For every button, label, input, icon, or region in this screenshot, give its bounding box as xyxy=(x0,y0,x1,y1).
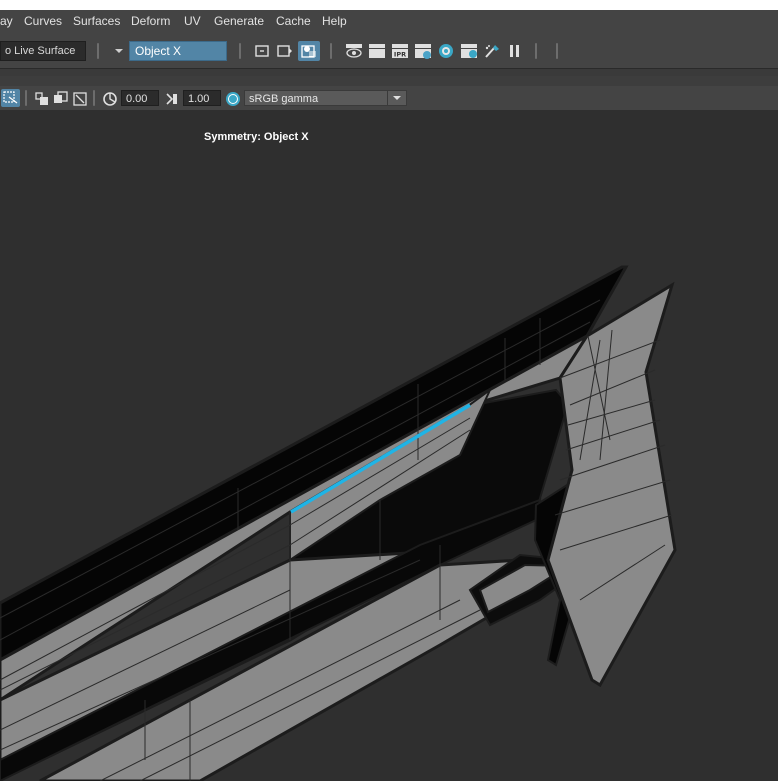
clapper-icon[interactable] xyxy=(368,42,386,60)
render-region-icon[interactable] xyxy=(253,42,271,60)
menu-item-display[interactable]: ay xyxy=(0,13,13,29)
live-surface-field[interactable]: o Live Surface xyxy=(0,41,86,61)
paint-brush-icon[interactable] xyxy=(483,42,501,60)
grid-icon[interactable] xyxy=(33,90,51,108)
chevron-down-icon[interactable] xyxy=(387,90,407,106)
separator xyxy=(330,43,332,59)
camera-attributes-icon[interactable] xyxy=(1,89,20,107)
separator xyxy=(25,90,27,106)
render-settings-icon[interactable] xyxy=(298,41,320,61)
svg-text:IPR: IPR xyxy=(394,51,406,59)
color-space-select[interactable]: sRGB gamma xyxy=(244,90,388,106)
menu-item-uv[interactable]: UV xyxy=(184,13,201,29)
menu-item-surfaces[interactable]: Surfaces xyxy=(73,13,120,29)
separator xyxy=(556,43,558,59)
camera-gate-icon[interactable] xyxy=(52,90,70,108)
gamma-field[interactable]: 1.00 xyxy=(183,90,221,106)
viewport[interactable] xyxy=(0,110,778,781)
menu-item-curves[interactable]: Curves xyxy=(24,13,62,29)
menu-item-help[interactable]: Help xyxy=(322,13,347,29)
symmetry-label: Symmetry: Object X xyxy=(204,131,309,143)
separator xyxy=(93,90,95,106)
menu-item-cache[interactable]: Cache xyxy=(276,13,311,29)
gamma-icon[interactable] xyxy=(163,90,181,108)
separator xyxy=(97,43,99,59)
eye-render-icon[interactable] xyxy=(345,42,363,60)
hypershade-icon[interactable] xyxy=(437,42,455,60)
exposure-field[interactable]: 0.00 xyxy=(121,90,159,106)
view-transform-icon[interactable] xyxy=(224,90,242,108)
menu-item-deform[interactable]: Deform xyxy=(131,13,170,29)
panel-divider xyxy=(0,76,778,86)
symmetry-field[interactable]: Object X xyxy=(129,41,227,61)
gun-mesh xyxy=(0,265,677,781)
render-frame-icon[interactable] xyxy=(276,42,294,60)
chevron-down-icon[interactable] xyxy=(110,42,128,60)
separator xyxy=(239,43,241,59)
pause-icon[interactable] xyxy=(506,42,524,60)
resolution-gate-icon[interactable] xyxy=(71,90,89,108)
ipr-render-icon[interactable]: IPR xyxy=(391,42,409,60)
panel-toolbar: 0.00 1.00 sRGB gamma xyxy=(0,86,778,110)
render-setup-icon[interactable] xyxy=(414,42,432,60)
separator xyxy=(535,43,537,59)
menu-item-generate[interactable]: Generate xyxy=(214,13,264,29)
status-line: o Live Surface Object X IPR xyxy=(0,32,778,68)
exposure-icon[interactable] xyxy=(101,90,119,108)
menu-bar: ay Curves Surfaces Deform UV Generate Ca… xyxy=(0,10,778,32)
window-top-strip xyxy=(0,0,778,10)
playblast-icon[interactable] xyxy=(460,42,478,60)
